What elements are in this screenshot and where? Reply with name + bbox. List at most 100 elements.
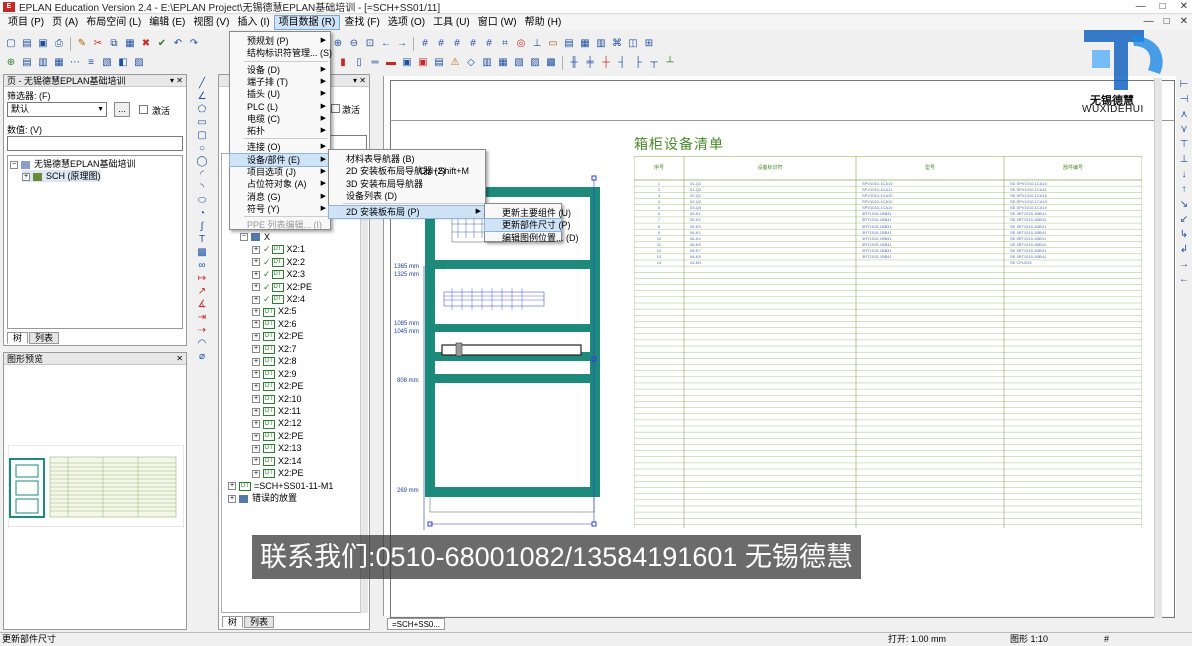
device-tree-item[interactable]: + DT X2:PE: [252, 330, 304, 342]
menu-item[interactable]: 2D 安装板布局 (P) ▶: [328, 205, 486, 220]
conn-g-icon[interactable]: ┴: [663, 56, 677, 70]
menu-item[interactable]: 电缆 (C) ▶: [230, 113, 330, 125]
part-h-icon[interactable]: ▧: [512, 56, 526, 70]
image-icon[interactable]: ▩: [197, 247, 206, 258]
dim-aligned-icon[interactable]: ↗: [198, 286, 206, 297]
expand-icon[interactable]: +: [252, 345, 260, 354]
maximize-button[interactable]: □: [1160, 1, 1166, 12]
duct-icon[interactable]: ▬: [384, 56, 398, 70]
tool-f-icon[interactable]: ⊥: [1180, 155, 1189, 165]
polyline-icon[interactable]: ∠: [198, 91, 207, 102]
filter-browse-button[interactable]: ...: [114, 102, 130, 117]
expand-icon[interactable]: +: [252, 420, 260, 429]
ellipse-icon[interactable]: ⬭: [198, 195, 207, 206]
part-b-icon[interactable]: ▣: [416, 56, 430, 70]
conn-c-icon[interactable]: ┼: [599, 56, 613, 70]
menu-item[interactable]: 消息 (G) ▶: [230, 191, 330, 203]
tab-tree[interactable]: 树: [7, 332, 29, 344]
activate-checkbox[interactable]: [139, 105, 148, 114]
properties-icon[interactable]: ▤: [562, 37, 576, 51]
tool-a-icon[interactable]: ⊢: [1180, 80, 1189, 90]
filter-select[interactable]: 默认 ▼: [7, 102, 107, 117]
dim-chain-icon[interactable]: ⇥: [198, 312, 206, 323]
expand-icon[interactable]: +: [252, 370, 260, 379]
check-icon[interactable]: ✔: [155, 37, 169, 51]
collapse-icon[interactable]: −: [10, 160, 18, 169]
menu-view[interactable]: 视图 (V): [189, 16, 233, 29]
grid-b-icon[interactable]: #: [434, 37, 448, 51]
grid-c-icon[interactable]: #: [450, 37, 464, 51]
tool-b-icon[interactable]: ⊣: [1180, 95, 1189, 105]
dimension-icon[interactable]: ↦: [198, 273, 206, 284]
menu-item[interactable]: 结构标识符管理... (S): [230, 47, 332, 59]
menu-item[interactable]: 3D 安装布局导航器: [329, 178, 485, 190]
menu-item[interactable]: 编辑图例位置... (D): [485, 232, 579, 244]
zoom-fit-icon[interactable]: ⊡: [363, 37, 377, 51]
menu-project[interactable]: 项目 (P): [4, 16, 48, 29]
expand-icon[interactable]: +: [252, 457, 260, 466]
part-a-icon[interactable]: ▣: [400, 56, 414, 70]
expand-icon[interactable]: +: [252, 308, 260, 317]
menu-item[interactable]: 设备 (D) ▶: [230, 64, 330, 76]
device-tree-item[interactable]: + DT X2:9: [252, 368, 297, 380]
tree-item-sch[interactable]: + SCH (原理图): [22, 170, 101, 182]
hyperlink-icon[interactable]: ∞: [198, 260, 205, 271]
spline-icon[interactable]: ∫: [201, 221, 204, 232]
device-tree-item[interactable]: + DT X2:8: [252, 355, 297, 367]
snap-icon[interactable]: ⌗: [498, 37, 512, 51]
polygon-icon[interactable]: ⬠: [198, 104, 207, 115]
tool-h-icon[interactable]: ↑: [1182, 185, 1187, 195]
device-tree-item[interactable]: + ✓ DT X2:3: [252, 268, 305, 280]
tool-k-icon[interactable]: ↳: [1180, 230, 1188, 240]
tool-m-icon[interactable]: →: [1179, 260, 1189, 270]
save-icon[interactable]: ▣: [36, 37, 50, 51]
graphic-icon[interactable]: ◫: [626, 37, 640, 51]
panel-close-icon[interactable]: ✕: [176, 353, 183, 365]
layout-activate-checkbox[interactable]: [331, 104, 340, 113]
menu-item[interactable]: PLC (L) ▶: [230, 101, 330, 113]
menu-layout-space[interactable]: 布局空间 (L): [82, 16, 145, 29]
menu-insert[interactable]: 插入 (I): [233, 16, 273, 29]
device-tree-item[interactable]: + DT X2:PE: [252, 467, 304, 479]
grid-e-icon[interactable]: #: [482, 37, 496, 51]
arc-3p-icon[interactable]: ◝: [200, 182, 204, 193]
part-j-icon[interactable]: ▩: [544, 56, 558, 70]
device-tree-item[interactable]: + ✓ DT X2:1: [252, 243, 305, 255]
layout-icon[interactable]: ▨: [132, 56, 146, 70]
tool-c-icon[interactable]: ⋏: [1180, 110, 1187, 120]
part-g-icon[interactable]: ▦: [496, 56, 510, 70]
expand-icon[interactable]: +: [252, 295, 260, 304]
ortho-icon[interactable]: ⊥: [530, 37, 544, 51]
minimize-button[interactable]: —: [1136, 1, 1146, 12]
symbol-icon[interactable]: ◧: [116, 56, 130, 70]
panel-close-icon[interactable]: ▾ ✕: [353, 75, 366, 87]
plate-icon[interactable]: ▯: [352, 56, 366, 70]
zoom-in-icon[interactable]: ⊕: [331, 37, 345, 51]
expand-icon[interactable]: +: [252, 395, 260, 404]
redo-icon[interactable]: ↷: [187, 37, 201, 51]
expand-icon[interactable]: +: [228, 494, 236, 503]
rectangle-icon[interactable]: ▭: [197, 117, 206, 128]
tree-item-project[interactable]: − 无锡德慧EPLAN基础培训: [10, 158, 136, 170]
new-icon[interactable]: ▢: [4, 37, 18, 51]
canvas-vertical-scrollbar[interactable]: [1154, 78, 1162, 618]
menu-item[interactable]: 预规划 (P) ▶: [230, 35, 330, 47]
menu-project-data[interactable]: 项目数据 (R): [273, 15, 341, 30]
expand-icon[interactable]: +: [252, 258, 260, 267]
tool-j-icon[interactable]: ↙: [1180, 215, 1188, 225]
back-icon[interactable]: ←: [379, 37, 393, 51]
expand-icon[interactable]: +: [252, 469, 260, 478]
expand-icon[interactable]: +: [252, 332, 260, 341]
menu-item[interactable]: 材料表导航器 (B): [329, 153, 485, 165]
zoom-out-icon[interactable]: ⊖: [347, 37, 361, 51]
device-tree-item[interactable]: + DT X2:11: [252, 405, 301, 417]
menu-item[interactable]: 连接 (O) ▶: [230, 141, 330, 153]
dim-diameter-icon[interactable]: ⌀: [199, 351, 205, 362]
line-icon[interactable]: ╱: [199, 78, 205, 89]
device-tree-item[interactable]: + DT X2:14: [252, 455, 302, 467]
mdi-close-button[interactable]: ✕: [1180, 16, 1188, 27]
value-input[interactable]: [7, 136, 183, 151]
device-tree-item[interactable]: + DT X2:7: [252, 343, 297, 355]
close-button[interactable]: ✕: [1180, 1, 1188, 12]
tab-list[interactable]: 列表: [29, 332, 60, 344]
